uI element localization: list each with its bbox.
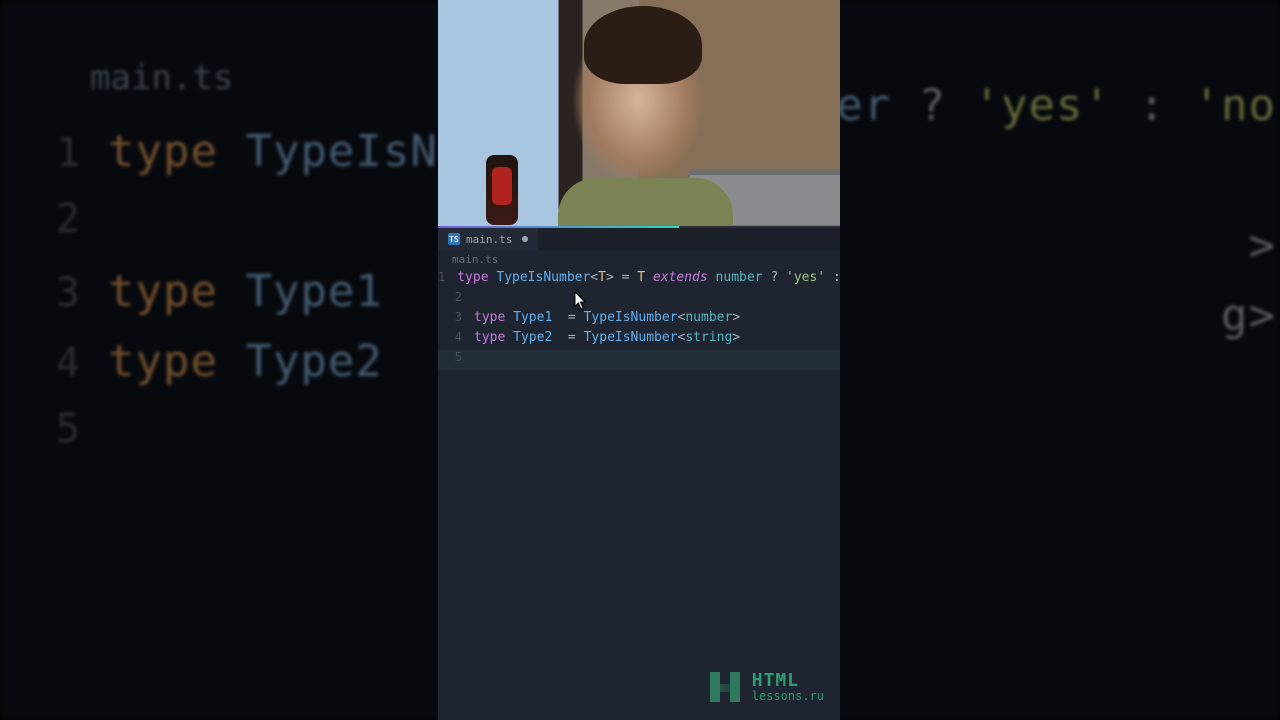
- presenter-head: [584, 6, 702, 84]
- code-line[interactable]: 4type Type2 = TypeIsNumber<string>: [438, 330, 840, 350]
- watermark-brand: HTML: [752, 672, 824, 690]
- typescript-icon: TS: [448, 233, 460, 245]
- tab-main-ts[interactable]: TS main.ts: [438, 228, 538, 250]
- microphone: [486, 155, 518, 225]
- tab-filename: main.ts: [466, 233, 512, 246]
- breadcrumb: main.ts: [452, 253, 498, 266]
- watermark-logo-icon: [708, 670, 742, 704]
- code-line[interactable]: 1type TypeIsNumber<T> = T extends number…: [438, 270, 840, 290]
- code-line[interactable]: 5: [438, 350, 840, 370]
- code-line[interactable]: 3type Type1 = TypeIsNumber<number>: [438, 310, 840, 330]
- watermark: HTML lessons.ru: [708, 670, 824, 704]
- code-line[interactable]: 2: [438, 290, 840, 310]
- watermark-site: lessons.ru: [752, 690, 824, 702]
- webcam-feed: [438, 0, 840, 228]
- bg-right-frag-4: g>: [1221, 290, 1276, 341]
- bg-right-frag-3: >: [1249, 220, 1277, 271]
- unsaved-dot-icon: [522, 236, 528, 242]
- shorts-frame: TS main.ts main.ts 1type TypeIsNumber<T>…: [438, 0, 840, 720]
- editor-tab-strip: TS main.ts: [438, 228, 840, 250]
- code-editor[interactable]: 1type TypeIsNumber<T> = T extends number…: [438, 270, 840, 370]
